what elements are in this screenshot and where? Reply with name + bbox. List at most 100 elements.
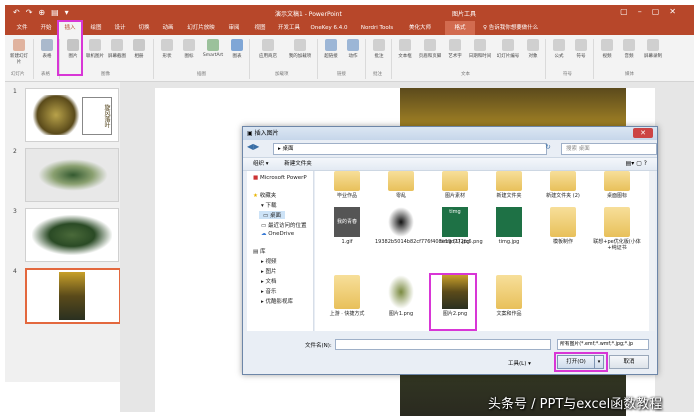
tab-nordri[interactable]: Nordri Tools [355, 21, 399, 35]
file-item[interactable]: timg.jpg [483, 207, 535, 245]
refresh-icon[interactable]: ↻ [545, 143, 551, 151]
slide-thumbnail-selected[interactable] [25, 268, 121, 324]
slide-number: 3 [13, 208, 17, 215]
file-item[interactable]: timg timg (1).jpg [429, 207, 481, 245]
nav-item-libraries[interactable]: ▤ 库 [253, 247, 265, 255]
addins-icon [294, 39, 306, 51]
dialog-title-bar[interactable]: ▣ 插入图片 ✕ [243, 127, 657, 140]
tab-meihua[interactable]: 美化大师 [403, 21, 437, 35]
search-input[interactable]: 搜索 桌面 [561, 143, 657, 155]
file-item[interactable]: 新建文件夹 (2) [537, 171, 589, 199]
folder-icon [550, 207, 576, 237]
file-item[interactable]: 上游 · 快捷方式 [321, 275, 373, 317]
online-picture-icon [89, 39, 101, 51]
nav-item-onedrive[interactable]: ☁ OneDrive [261, 231, 294, 237]
album-button[interactable]: 相册 [129, 39, 149, 59]
slide-number-button[interactable]: 幻灯片编号 [495, 39, 521, 59]
file-item[interactable]: 新建文件夹 [483, 171, 535, 199]
vertical-scrollbar[interactable] [649, 171, 655, 331]
view-options-icon[interactable]: ▤▾ ▢ ? [626, 158, 647, 170]
file-item[interactable]: 联想+pe优化版(小体+纯证书 [591, 207, 643, 251]
smartart-button[interactable]: SmartArt [201, 39, 225, 58]
nav-item-pictures[interactable]: ▸ 图片 [261, 267, 277, 275]
date-time-button[interactable]: 日期和时间 [467, 39, 493, 59]
nav-item-downloads[interactable]: ▾ 下载 [261, 201, 277, 209]
file-item[interactable]: 我的青春 1.gif [321, 207, 373, 245]
tab-file[interactable]: 文件 [11, 21, 33, 35]
video-button[interactable]: 视频 [597, 39, 617, 59]
file-item[interactable]: 文案和作品 [483, 275, 535, 317]
wordart-button[interactable]: 艺术字 [445, 39, 465, 59]
tab-transitions[interactable]: 切换 [133, 21, 155, 35]
table-button[interactable]: 表格 [37, 39, 57, 59]
header-footer-button[interactable]: 页眉和页脚 [417, 39, 443, 59]
audio-button[interactable]: 音频 [619, 39, 639, 59]
action-button[interactable]: 动作 [343, 39, 363, 59]
tab-draw[interactable]: 绘图 [85, 21, 107, 35]
shapes-button[interactable]: 形状 [157, 39, 177, 59]
video-label: 视频 [602, 54, 612, 59]
tab-format[interactable]: 格式 [445, 21, 475, 35]
tell-me-text: 告诉我你想要做什么 [488, 25, 539, 31]
nav-item-desktop[interactable]: ▭ 桌面 [259, 211, 285, 219]
cancel-button[interactable]: 取消 [609, 355, 649, 369]
file-item[interactable]: 毕业作品 [321, 171, 373, 199]
tab-design[interactable]: 设计 [109, 21, 131, 35]
tab-onekey[interactable]: OneKey 6.4.0 [307, 21, 351, 35]
nav-item-favorites[interactable]: ★ 收藏夹 [253, 191, 276, 199]
file-label: 模板制作 [552, 239, 573, 245]
close-button[interactable]: ✕ [633, 128, 653, 138]
equation-button[interactable]: 公式 [549, 39, 569, 59]
organize-button[interactable]: 组织 ▾ [253, 161, 269, 167]
new-slide-button[interactable]: 新建幻灯片 [9, 39, 29, 65]
slide-thumbnail[interactable] [25, 148, 119, 202]
my-addins-button[interactable]: 我的加载项 [285, 39, 315, 59]
icons-icon [183, 39, 195, 51]
online-pictures-button[interactable]: 联机图片 [85, 39, 105, 59]
window-controls[interactable]: ▢–▢✕ [620, 7, 686, 16]
filetype-select[interactable]: 所有图片(*.emf;*.wmf;*.jpg;*.jp [557, 339, 649, 350]
nav-item-youku[interactable]: ▸ 优酷影视库 [261, 297, 293, 305]
nav-item-videos[interactable]: ▸ 视频 [261, 257, 277, 265]
file-item[interactable]: 图片1.png [375, 275, 427, 317]
folder-icon [388, 171, 414, 191]
file-item[interactable]: 模板制作 [537, 207, 589, 245]
tab-home[interactable]: 开始 [35, 21, 57, 35]
tab-developer[interactable]: 开发工具 [275, 21, 303, 35]
chart-button[interactable]: 图表 [227, 39, 247, 59]
file-item[interactable]: 零乱 [375, 171, 427, 199]
store-button[interactable]: 应用商店 [253, 39, 283, 59]
group-tables-label: 表格 [41, 72, 50, 77]
file-item[interactable]: 图片素材 [429, 171, 481, 199]
quick-access-toolbar[interactable]: ↶↷⊕▤▾ [13, 8, 75, 17]
nav-item-recent[interactable]: ▭ 最近访问的位置 [261, 221, 306, 229]
nav-item-powerpoint[interactable]: ■ Microsoft PowerP [253, 175, 307, 181]
nav-item-music[interactable]: ▸ 音乐 [261, 287, 277, 295]
address-bar[interactable]: ▸ 桌面 [273, 143, 547, 155]
comment-button[interactable]: 批注 [369, 39, 389, 59]
screenshot-button[interactable]: 屏幕截图 [107, 39, 127, 59]
filename-input[interactable] [335, 339, 551, 350]
hyperlink-button[interactable]: 超链接 [321, 39, 341, 59]
icons-button[interactable]: 图标 [179, 39, 199, 59]
back-forward-buttons[interactable]: ◀▶ [247, 142, 259, 151]
tab-animations[interactable]: 动画 [157, 21, 179, 35]
tell-me-box[interactable]: ♀ 告诉我你想要做什么 [483, 21, 538, 35]
object-button[interactable]: 对象 [523, 39, 543, 59]
tab-view[interactable]: 视图 [249, 21, 271, 35]
autumn-image [59, 272, 85, 320]
tab-review[interactable]: 审阅 [223, 21, 245, 35]
file-item[interactable]: 19382b5014b82cf776f408e19d772fc6.png [375, 207, 483, 245]
new-folder-button[interactable]: 新建文件夹 [284, 161, 312, 167]
tab-slideshow[interactable]: 幻灯片放映 [183, 21, 219, 35]
symbol-button[interactable]: 符号 [571, 39, 591, 59]
textbox-button[interactable]: 文本框 [395, 39, 415, 59]
nav-item-documents[interactable]: ▸ 文档 [261, 277, 277, 285]
screen-recording-button[interactable]: 屏幕录制 [641, 39, 665, 59]
tools-menu[interactable]: 工具(L) ▾ [508, 359, 531, 367]
file-label: 桌面图标 [606, 193, 627, 199]
slide-thumbnail[interactable]: 旋风落叶 [25, 88, 119, 142]
separator [365, 39, 366, 79]
slide-thumbnail[interactable] [25, 208, 119, 262]
file-item[interactable]: 桌面图标 [591, 171, 643, 199]
